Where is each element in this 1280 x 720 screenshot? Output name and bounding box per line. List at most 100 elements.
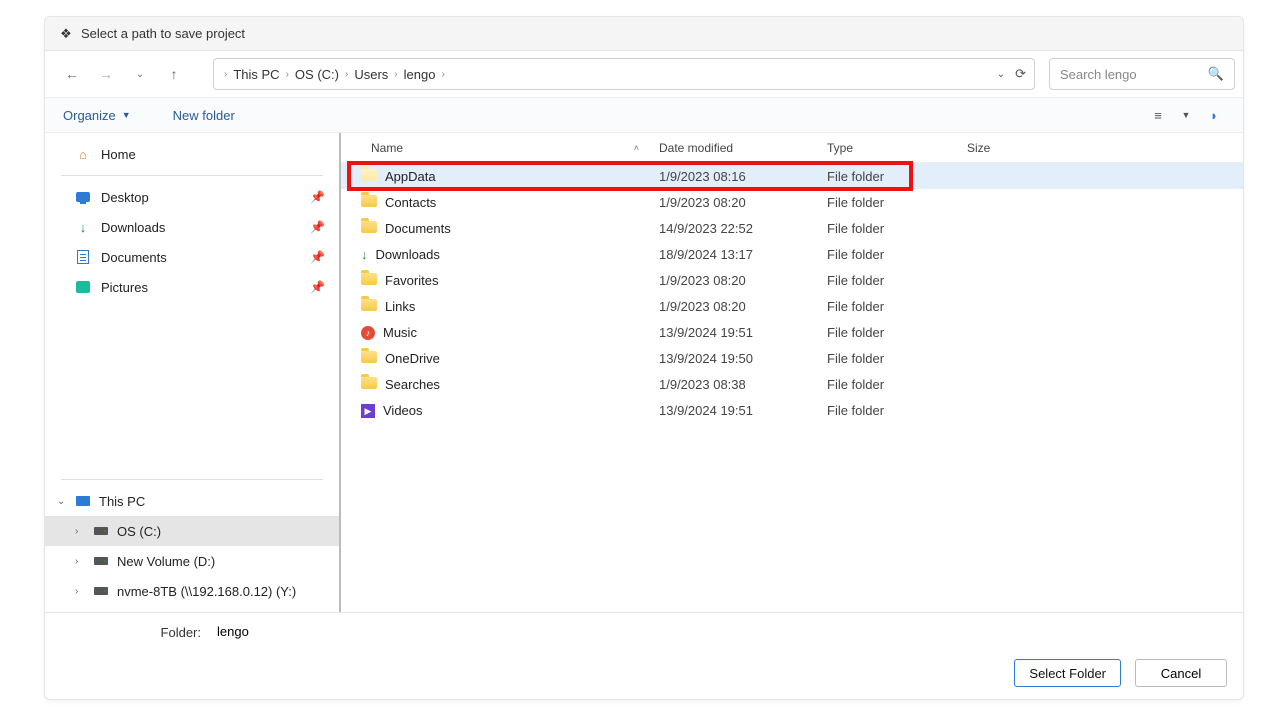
folder-input[interactable] — [213, 621, 1227, 643]
file-row[interactable]: Contacts1/9/2023 08:20File folder — [341, 189, 1243, 215]
column-size[interactable]: Size — [967, 141, 1057, 155]
recent-dropdown[interactable]: ⌄ — [125, 59, 155, 89]
file-name: Searches — [385, 377, 440, 392]
forward-button[interactable]: → — [91, 59, 121, 89]
file-type: File folder — [827, 351, 967, 366]
column-date[interactable]: Date modified — [659, 141, 827, 155]
file-type: File folder — [827, 169, 967, 184]
tree-drive[interactable]: ›OS (C:) — [45, 516, 339, 546]
file-type: File folder — [827, 273, 967, 288]
tree-drive[interactable]: ›New Volume (D:) — [45, 546, 339, 576]
file-date: 14/9/2023 22:52 — [659, 221, 827, 236]
file-name: Links — [385, 299, 415, 314]
up-button[interactable]: ↑ — [159, 59, 189, 89]
folder-icon — [361, 273, 377, 288]
file-pane: Name ˄ Date modified Type Size AppData1/… — [341, 133, 1243, 612]
file-type: File folder — [827, 221, 967, 236]
file-row[interactable]: ↓ Downloads 18/9/2024 13:17File folder — [341, 241, 1243, 267]
cancel-button[interactable]: Cancel — [1135, 659, 1227, 687]
file-type: File folder — [827, 247, 967, 262]
file-row[interactable]: Documents 14/9/2023 22:52File folder — [341, 215, 1243, 241]
chevron-right-icon: › — [222, 69, 229, 80]
app-icon: ❖ — [59, 27, 73, 41]
download-icon: ↓ — [361, 247, 368, 262]
folder-label: Folder: — [61, 625, 201, 640]
breadcrumb-segment[interactable]: This PC — [229, 67, 283, 82]
desktop-icon — [75, 189, 91, 205]
file-date: 1/9/2023 08:20 — [659, 273, 827, 288]
organize-button[interactable]: Organize ▼ — [63, 108, 131, 123]
sort-ascending-icon: ˄ — [634, 143, 639, 153]
folder-icon — [361, 351, 377, 366]
file-name: Downloads — [376, 247, 440, 262]
help-icon[interactable]: ◗ — [1203, 108, 1225, 123]
sidebar: ⌂ Home Desktop📌↓Downloads📌Documents📌Pict… — [45, 133, 341, 612]
search-input[interactable]: Search lengo 🔍 — [1049, 58, 1235, 90]
chevron-right-icon: › — [75, 556, 89, 567]
search-placeholder: Search lengo — [1060, 67, 1137, 82]
chevron-down-icon: ⌄ — [57, 496, 71, 507]
breadcrumb-segment[interactable]: OS (C:) — [291, 67, 343, 82]
file-name: Favorites — [385, 273, 438, 288]
dialog-bottom: Folder: Select Folder Cancel — [45, 612, 1243, 699]
tree-this-pc[interactable]: ⌄This PC — [45, 486, 339, 516]
file-date: 1/9/2023 08:20 — [659, 195, 827, 210]
file-type: File folder — [827, 195, 967, 210]
separator — [61, 175, 323, 176]
file-date: 1/9/2023 08:16 — [659, 169, 827, 184]
sidebar-quick-documents[interactable]: Documents📌 — [45, 242, 339, 272]
file-row[interactable]: Favorites 1/9/2023 08:20File folder — [341, 267, 1243, 293]
file-row[interactable]: ♪Music13/9/2024 19:51File folder — [341, 319, 1243, 345]
refresh-button[interactable]: ⟳ — [1015, 66, 1026, 82]
file-date: 1/9/2023 08:20 — [659, 299, 827, 314]
dialog-body: ⌂ Home Desktop📌↓Downloads📌Documents📌Pict… — [45, 133, 1243, 612]
pc-icon — [75, 493, 91, 509]
drive-icon — [93, 583, 109, 599]
sidebar-quick-pictures[interactable]: Pictures📌 — [45, 272, 339, 302]
file-row[interactable]: ▶Videos13/9/2024 19:51File folder — [341, 397, 1243, 423]
column-name[interactable]: Name ˄ — [341, 141, 659, 155]
file-type: File folder — [827, 377, 967, 392]
folder-pale-icon — [361, 169, 377, 184]
view-list-icon[interactable]: ≡ — [1147, 108, 1169, 123]
pics-icon — [75, 279, 91, 295]
chevron-right-icon: › — [392, 69, 399, 80]
file-name: Documents — [385, 221, 451, 236]
separator — [61, 479, 323, 480]
breadcrumb-segment[interactable]: lengo — [400, 67, 440, 82]
folder-icon — [361, 195, 377, 210]
tree-drive[interactable]: ›nvme-8TB (\\192.168.0.12) (Y:) — [45, 576, 339, 606]
pin-icon: 📌 — [310, 250, 325, 264]
sidebar-quick-downloads[interactable]: ↓Downloads📌 — [45, 212, 339, 242]
file-row[interactable]: AppData1/9/2023 08:16File folder — [341, 163, 1243, 189]
breadcrumb-segment[interactable]: Users — [350, 67, 392, 82]
toolbar: Organize ▼ New folder ≡ ▼ ◗ — [45, 97, 1243, 133]
file-rows: AppData1/9/2023 08:16File folderContacts… — [341, 163, 1243, 612]
file-date: 1/9/2023 08:38 — [659, 377, 827, 392]
file-row[interactable]: Links1/9/2023 08:20File folder — [341, 293, 1243, 319]
file-row[interactable]: OneDrive13/9/2024 19:50File folder — [341, 345, 1243, 371]
new-folder-button[interactable]: New folder — [173, 108, 235, 123]
sidebar-home[interactable]: ⌂ Home — [45, 139, 339, 169]
pin-icon: 📌 — [310, 190, 325, 204]
video-icon: ▶ — [361, 402, 375, 419]
sidebar-quick-desktop[interactable]: Desktop📌 — [45, 182, 339, 212]
folder-icon — [361, 299, 377, 314]
file-name: Music — [383, 325, 417, 340]
folder-icon — [361, 377, 377, 392]
chevron-right-icon: › — [284, 69, 291, 80]
view-dropdown-icon[interactable]: ▼ — [1175, 110, 1197, 120]
file-date: 13/9/2024 19:50 — [659, 351, 827, 366]
dialog-title: Select a path to save project — [81, 26, 245, 41]
file-row[interactable]: Searches 1/9/2023 08:38File folder — [341, 371, 1243, 397]
chevron-right-icon: › — [75, 526, 89, 537]
docs-icon — [75, 249, 91, 265]
select-folder-button[interactable]: Select Folder — [1014, 659, 1121, 687]
address-bar[interactable]: › This PC › OS (C:) › Users › lengo › ⌄ … — [213, 58, 1035, 90]
column-type[interactable]: Type — [827, 141, 967, 155]
drive-icon — [93, 523, 109, 539]
back-button[interactable]: ← — [57, 59, 87, 89]
file-date: 18/9/2024 13:17 — [659, 247, 827, 262]
nav-row: ← → ⌄ ↑ › This PC › OS (C:) › Users › le… — [45, 51, 1243, 97]
address-dropdown-icon[interactable]: ⌄ — [997, 69, 1005, 80]
